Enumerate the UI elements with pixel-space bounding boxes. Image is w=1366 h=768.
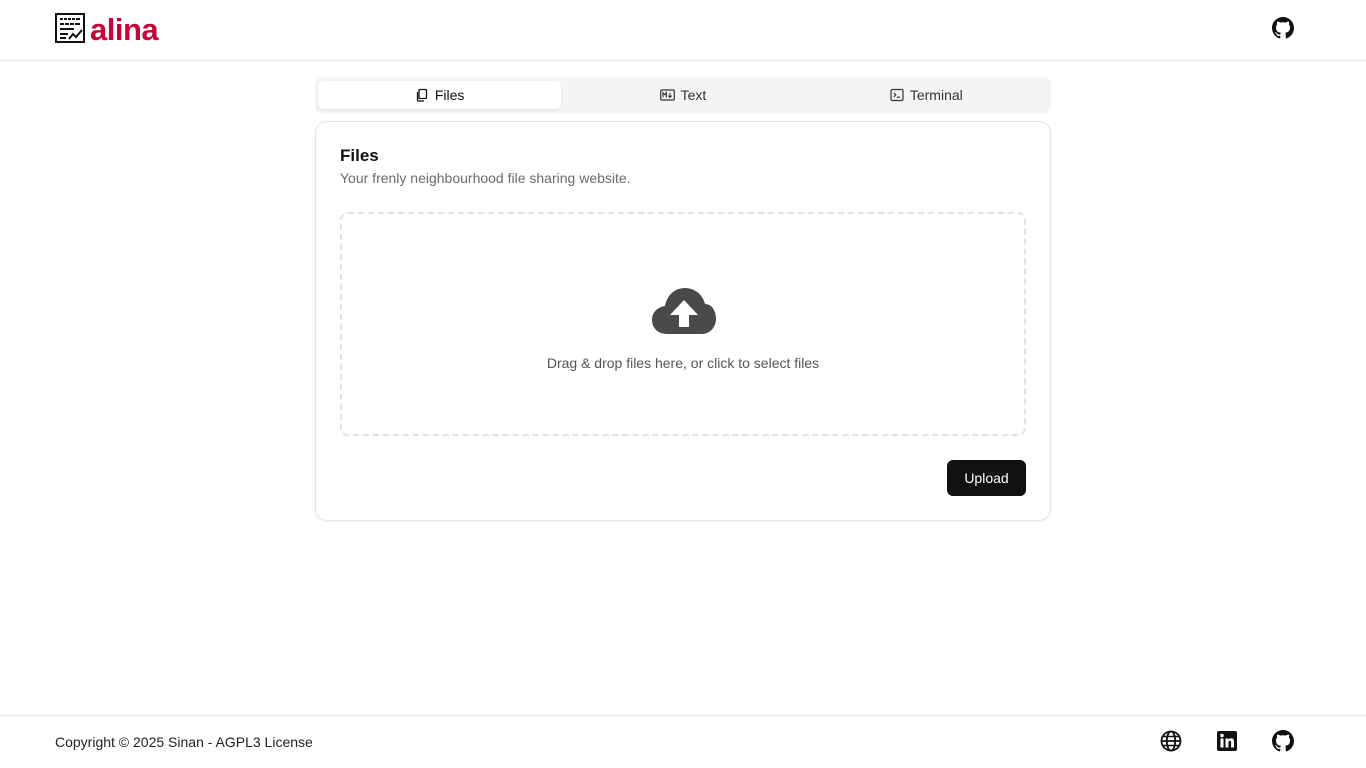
website-link[interactable] [1159, 729, 1183, 753]
tab-files[interactable]: Files [318, 81, 562, 109]
tab-terminal-label: Terminal [909, 87, 963, 103]
tab-terminal[interactable]: Terminal [805, 81, 1048, 109]
linkedin-link[interactable] [1215, 729, 1239, 753]
copyright-text: Copyright © 2025 Sinan - AGPL3 License [55, 734, 313, 750]
github-footer-link[interactable] [1271, 729, 1295, 753]
cloud-upload-icon [652, 288, 716, 334]
linkedin-icon [1217, 731, 1237, 751]
brand-name: alina [90, 12, 159, 47]
tab-text[interactable]: Text [561, 81, 804, 109]
github-icon [1272, 17, 1294, 39]
card-title: Files [340, 146, 379, 165]
tab-files-label: Files [434, 87, 465, 103]
upload-button[interactable]: Upload [947, 460, 1026, 496]
terminal-icon [890, 88, 904, 102]
globe-icon [1160, 730, 1182, 752]
header: alina [0, 0, 1366, 61]
files-icon [416, 88, 428, 102]
file-dropzone[interactable]: Drag & drop files here, or click to sele… [340, 212, 1026, 436]
document-chart-icon [55, 12, 85, 43]
tab-list: Files Text Terminal [315, 77, 1051, 113]
footer: Copyright © 2025 Sinan - AGPL3 License [0, 715, 1366, 768]
github-link[interactable] [1271, 16, 1295, 40]
files-card: Files Your frenly neighbourhood file sha… [315, 121, 1051, 521]
markdown-icon [659, 89, 675, 101]
brand-link[interactable]: alina [55, 12, 159, 47]
tab-text-label: Text [680, 87, 707, 103]
github-icon [1272, 730, 1294, 752]
card-description: Your frenly neighbourhood file sharing w… [340, 170, 631, 186]
dropzone-hint: Drag & drop files here, or click to sele… [546, 355, 820, 371]
